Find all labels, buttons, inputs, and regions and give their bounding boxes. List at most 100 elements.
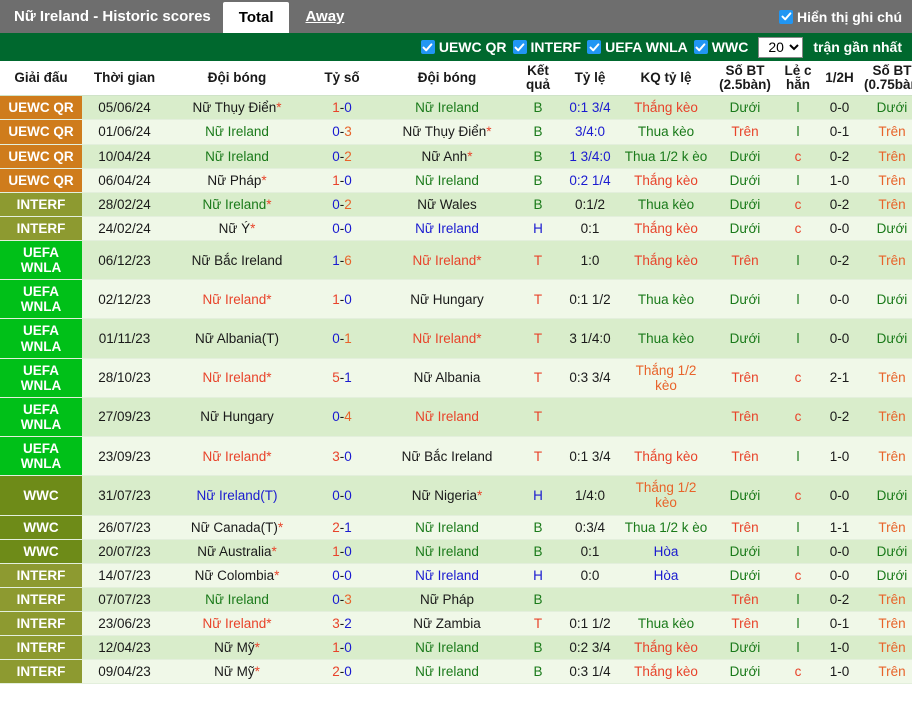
filter-wwc[interactable]: WWC	[693, 39, 748, 55]
league-badge[interactable]: INTERF	[0, 587, 82, 612]
home-team-name[interactable]: Nữ Ireland*	[167, 358, 307, 398]
filter-interf[interactable]: INTERF	[512, 39, 581, 55]
home-team-name[interactable]: Nữ Australia*	[167, 539, 307, 564]
away-team-name[interactable]: Nữ Albania	[377, 358, 517, 398]
tab-total[interactable]: Total	[222, 2, 290, 33]
show-notes-checkbox[interactable]	[779, 9, 793, 24]
table-row[interactable]: INTERF 28/02/24 Nữ Ireland* 0-2 Nữ Wales B 0:1…	[0, 192, 912, 217]
table-row[interactable]: INTERF 14/07/23 Nữ Colombia* 0-0 Nữ Ireland H…	[0, 563, 912, 588]
away-team-name[interactable]: Nữ Pháp	[377, 587, 517, 612]
table-row[interactable]: INTERF 07/07/23 Nữ Ireland 0-3 Nữ Pháp B Trên l…	[0, 587, 912, 612]
col-ou-25[interactable]: Số BT (2.5bàn)	[711, 61, 779, 97]
league-badge[interactable]: UEFA WNLA	[0, 318, 82, 359]
table-row[interactable]: WWC 31/07/23 Nữ Ireland(T) 0-0 Nữ Nigeria* H 1…	[0, 475, 912, 516]
home-team-name[interactable]: Nữ Mỹ*	[167, 635, 307, 661]
away-team-name[interactable]: Nữ Zambia	[377, 611, 517, 637]
tab-away[interactable]: Away	[289, 0, 360, 33]
table-row[interactable]: UEFA WNLA 06/12/23 Nữ Bắc Ireland 1-6 Nữ Ire…	[0, 240, 912, 281]
away-team-name[interactable]: Nữ Ireland	[377, 168, 517, 193]
home-team-name[interactable]: Nữ Ireland	[167, 119, 307, 145]
home-team-name[interactable]: Nữ Bắc Ireland	[167, 240, 307, 281]
col-ou-075[interactable]: Số BT (0.75bàn)	[862, 61, 912, 97]
away-team-name[interactable]: Nữ Thụy Điển*	[377, 119, 517, 145]
table-row[interactable]: UEFA WNLA 28/10/23 Nữ Ireland* 5-1 Nữ Albani…	[0, 358, 912, 398]
filter-uewc-qr[interactable]: UEWC QR	[420, 39, 507, 55]
league-badge[interactable]: UEWC QR	[0, 95, 82, 121]
filter-interf-checkbox[interactable]	[512, 40, 527, 54]
away-team-name[interactable]: Nữ Ireland*	[377, 318, 517, 359]
home-team-name[interactable]: Nữ Mỹ*	[167, 659, 307, 685]
away-team-name[interactable]: Nữ Hungary	[377, 279, 517, 320]
table-row[interactable]: UEFA WNLA 23/09/23 Nữ Ireland* 3-0 Nữ Bắc Ir…	[0, 436, 912, 477]
away-team-name[interactable]: Nữ Ireland	[377, 515, 517, 540]
league-badge[interactable]: WWC	[0, 539, 82, 564]
away-team-name[interactable]: Nữ Ireland	[377, 635, 517, 661]
away-team-name[interactable]: Nữ Wales	[377, 192, 517, 217]
home-team-name[interactable]: Nữ Hungary	[167, 397, 307, 438]
home-team-name[interactable]: Nữ Thụy Điển*	[167, 95, 307, 121]
col-result[interactable]: Kết quả	[517, 61, 559, 97]
home-team-name[interactable]: Nữ Ireland*	[167, 611, 307, 637]
col-league[interactable]: Giải đấu	[0, 61, 82, 97]
home-team-name[interactable]: Nữ Ireland*	[167, 436, 307, 477]
table-row[interactable]: UEWC QR 10/04/24 Nữ Ireland 0-2 Nữ Anh* B 1 3/…	[0, 144, 912, 169]
home-team-name[interactable]: Nữ Ireland	[167, 587, 307, 612]
col-odds-result[interactable]: KQ tỷ lệ	[621, 61, 711, 97]
league-badge[interactable]: INTERF	[0, 635, 82, 661]
league-badge[interactable]: UEWC QR	[0, 119, 82, 145]
league-badge[interactable]: WWC	[0, 515, 82, 540]
league-badge[interactable]: INTERF	[0, 192, 82, 217]
away-team-name[interactable]: Nữ Ireland	[377, 216, 517, 242]
table-row[interactable]: UEWC QR 01/06/24 Nữ Ireland 0-3 Nữ Thụy Điển…	[0, 119, 912, 145]
away-team-name[interactable]: Nữ Bắc Ireland	[377, 436, 517, 477]
home-team-name[interactable]: Nữ Ý*	[167, 216, 307, 242]
table-row[interactable]: UEFA WNLA 02/12/23 Nữ Ireland* 1-0 Nữ Hungar…	[0, 279, 912, 320]
col-half[interactable]: 1/2H	[817, 61, 862, 97]
away-team-name[interactable]: Nữ Anh*	[377, 144, 517, 169]
home-team-name[interactable]: Nữ Ireland*	[167, 279, 307, 320]
table-row[interactable]: WWC 20/07/23 Nữ Australia* 1-0 Nữ Ireland B 0:…	[0, 539, 912, 564]
away-team-name[interactable]: Nữ Ireland	[377, 539, 517, 564]
filter-uefa-wnla-checkbox[interactable]	[587, 40, 602, 54]
table-row[interactable]: UEWC QR 05/06/24 Nữ Thụy Điển* 1-0 Nữ Irelan…	[0, 95, 912, 121]
league-badge[interactable]: UEFA WNLA	[0, 397, 82, 438]
away-team-name[interactable]: Nữ Ireland	[377, 563, 517, 588]
col-away-team[interactable]: Đội bóng	[377, 61, 517, 97]
league-badge[interactable]: UEWC QR	[0, 168, 82, 193]
home-team-name[interactable]: Nữ Albania(T)	[167, 318, 307, 359]
league-badge[interactable]: INTERF	[0, 216, 82, 242]
league-badge[interactable]: WWC	[0, 475, 82, 516]
table-row[interactable]: INTERF 12/04/23 Nữ Mỹ* 1-0 Nữ Ireland B 0:2 3/…	[0, 635, 912, 661]
table-row[interactable]: UEWC QR 06/04/24 Nữ Pháp* 1-0 Nữ Ireland B 0:2…	[0, 168, 912, 193]
league-badge[interactable]: INTERF	[0, 611, 82, 637]
col-odds[interactable]: Tỷ lệ	[559, 61, 621, 97]
col-time[interactable]: Thời gian	[82, 61, 167, 97]
table-row[interactable]: INTERF 24/02/24 Nữ Ý* 0-0 Nữ Ireland H 0:1 Thắn…	[0, 216, 912, 242]
home-team-name[interactable]: Nữ Ireland	[167, 144, 307, 169]
league-badge[interactable]: UEFA WNLA	[0, 279, 82, 320]
home-team-name[interactable]: Nữ Pháp*	[167, 168, 307, 193]
home-team-name[interactable]: Nữ Ireland(T)	[167, 475, 307, 516]
away-team-name[interactable]: Nữ Ireland*	[377, 240, 517, 281]
table-row[interactable]: WWC 26/07/23 Nữ Canada(T)* 2-1 Nữ Ireland B 0:…	[0, 515, 912, 540]
league-badge[interactable]: UEFA WNLA	[0, 358, 82, 398]
show-notes-control[interactable]: Hiển thị ghi chú	[779, 0, 912, 33]
filter-wwc-checkbox[interactable]	[693, 40, 708, 54]
away-team-name[interactable]: Nữ Nigeria*	[377, 475, 517, 516]
league-badge[interactable]: INTERF	[0, 563, 82, 588]
filter-uewc-qr-checkbox[interactable]	[420, 40, 435, 54]
table-row[interactable]: UEFA WNLA 01/11/23 Nữ Albania(T) 0-1 Nữ Irel…	[0, 318, 912, 359]
table-row[interactable]: UEFA WNLA 27/09/23 Nữ Hungary 0-4 Nữ Ireland…	[0, 397, 912, 438]
home-team-name[interactable]: Nữ Canada(T)*	[167, 515, 307, 540]
away-team-name[interactable]: Nữ Ireland	[377, 659, 517, 685]
col-home-team[interactable]: Đội bóng	[167, 61, 307, 97]
league-badge[interactable]: UEFA WNLA	[0, 436, 82, 477]
filter-uefa-wnla[interactable]: UEFA WNLA	[587, 39, 688, 55]
away-team-name[interactable]: Nữ Ireland	[377, 397, 517, 438]
table-row[interactable]: INTERF 23/06/23 Nữ Ireland* 3-2 Nữ Zambia T 0:…	[0, 611, 912, 637]
col-score[interactable]: Tỷ số	[307, 61, 377, 97]
away-team-name[interactable]: Nữ Ireland	[377, 95, 517, 121]
table-row[interactable]: INTERF 09/04/23 Nữ Mỹ* 2-0 Nữ Ireland B 0:3 1/…	[0, 659, 912, 685]
league-badge[interactable]: UEWC QR	[0, 144, 82, 169]
home-team-name[interactable]: Nữ Ireland*	[167, 192, 307, 217]
